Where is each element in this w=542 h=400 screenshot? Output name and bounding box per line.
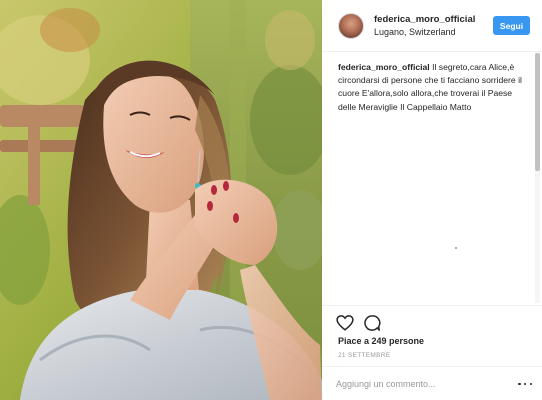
more-dot xyxy=(523,382,527,386)
post-date[interactable]: 21 SETTEMBRE xyxy=(338,352,390,359)
comment-icon[interactable] xyxy=(363,314,381,332)
comment-bar xyxy=(322,366,542,400)
avatar[interactable] xyxy=(338,13,364,39)
post-photo-illustration xyxy=(0,0,322,400)
more-dot xyxy=(518,382,521,386)
comment-input[interactable] xyxy=(336,377,506,391)
location-link[interactable]: Lugano, Switzerland xyxy=(374,27,456,37)
more-options-icon[interactable] xyxy=(518,377,532,391)
comments-scrollbar-thumb[interactable] xyxy=(535,53,540,171)
loading-dot xyxy=(455,247,457,249)
post-side-panel: federica_moro_official Lugano, Switzerla… xyxy=(322,0,542,400)
username-link[interactable]: federica_moro_official xyxy=(374,14,475,25)
more-dot xyxy=(529,382,532,386)
heart-icon[interactable] xyxy=(336,314,354,332)
post-header: federica_moro_official Lugano, Switzerla… xyxy=(322,0,542,52)
post-photo[interactable] xyxy=(0,0,322,400)
likes-count[interactable]: Piace a 249 persone xyxy=(338,336,424,346)
instagram-post-view: federica_moro_official Lugano, Switzerla… xyxy=(0,0,542,400)
caption-username-link[interactable]: federica_moro_official xyxy=(338,62,430,72)
follow-button[interactable]: Segui xyxy=(493,16,530,35)
post-caption: federica_moro_official Il segreto,cara A… xyxy=(338,61,528,114)
post-actions: Piace a 249 persone 21 SETTEMBRE xyxy=(322,305,542,359)
